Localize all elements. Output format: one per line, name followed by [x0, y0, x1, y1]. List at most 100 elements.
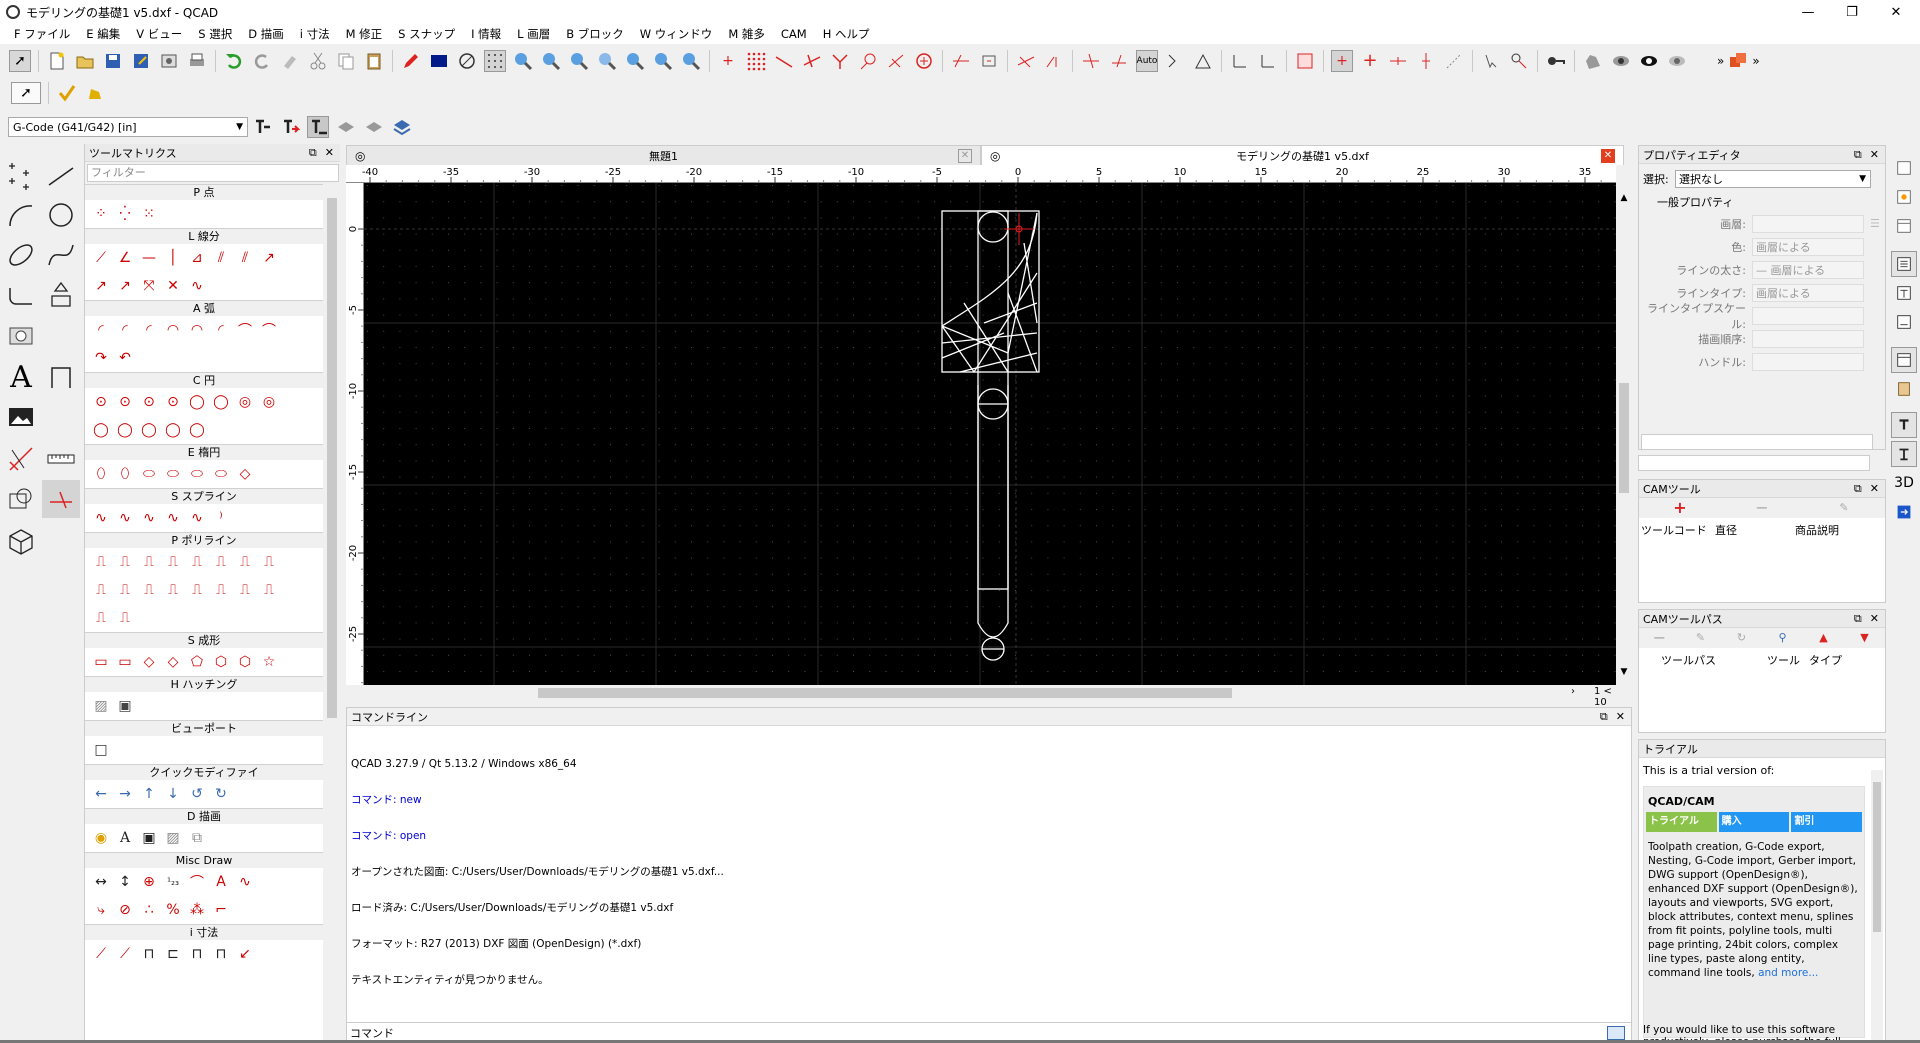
- menu-cam[interactable]: CAM: [773, 27, 815, 41]
- close-tab-icon[interactable]: ✕: [958, 148, 972, 163]
- canvas-vertical-scrollbar[interactable]: ▲ ▼: [1616, 183, 1632, 685]
- pan-icon[interactable]: [680, 50, 702, 72]
- remove-tool-icon[interactable]: −: [1721, 498, 1803, 518]
- menu-edit[interactable]: E 編集: [78, 26, 128, 42]
- layer-list-icon[interactable]: ☰: [1870, 217, 1880, 230]
- prop-draw-order-value[interactable]: [1752, 329, 1864, 348]
- spline-4-icon[interactable]: ∿: [161, 506, 185, 530]
- polyline-10-icon[interactable]: ⎍: [113, 578, 137, 602]
- menu-misc[interactable]: M 雑多: [720, 26, 773, 42]
- ellipse-tool-icon[interactable]: [2, 236, 40, 274]
- scroll-right-icon[interactable]: ›: [1571, 686, 1575, 697]
- dim-ordinate-icon[interactable]: ⊓: [185, 942, 209, 966]
- line-tool-icon[interactable]: [42, 156, 80, 194]
- misc-wave-icon[interactable]: ∿: [233, 870, 257, 894]
- rotate-ccw-icon[interactable]: ↺: [185, 782, 209, 806]
- dim-vertical-icon[interactable]: ⊏: [161, 942, 185, 966]
- rotated-rect-icon[interactable]: ◇: [137, 650, 161, 674]
- menu-view[interactable]: V ビュー: [128, 26, 190, 42]
- ellipse-2-icon[interactable]: ⬭: [161, 462, 185, 486]
- menu-help[interactable]: H ヘルプ: [815, 26, 878, 42]
- misc-arrow-icon[interactable]: ↔: [89, 870, 113, 894]
- move-right-icon[interactable]: →: [113, 782, 137, 806]
- line-2p-icon[interactable]: ⟋: [89, 246, 113, 270]
- float-panel-icon[interactable]: ⧉: [1600, 710, 1608, 724]
- line-bisector-icon[interactable]: ⊿: [185, 246, 209, 270]
- spline-6-icon[interactable]: ⁾: [209, 506, 233, 530]
- polyline-11-icon[interactable]: ⎍: [137, 578, 161, 602]
- snap-on-entity-icon[interactable]: [801, 50, 823, 72]
- cam-toolpaths-toggle-icon[interactable]: [1891, 441, 1917, 467]
- select-mode-icon[interactable]: ➚: [11, 82, 41, 104]
- trial-scrollbar[interactable]: [1871, 770, 1883, 1040]
- move-left-icon[interactable]: ←: [89, 782, 113, 806]
- menu-file[interactable]: F ファイル: [6, 26, 78, 42]
- snap-arrow-icon[interactable]: [1443, 50, 1465, 72]
- line-parallel-icon[interactable]: ⫽: [209, 246, 233, 270]
- spline-fit-icon[interactable]: ∿: [113, 506, 137, 530]
- menu-window[interactable]: W ウィンドウ: [632, 26, 721, 42]
- close-panel-icon[interactable]: ✕: [1616, 710, 1625, 724]
- misc-curve-icon[interactable]: ⤷: [89, 898, 113, 922]
- block-list-icon[interactable]: [1891, 184, 1917, 210]
- dim-2-icon[interactable]: ⟋: [113, 942, 137, 966]
- circle-2p-icon[interactable]: ⊙: [137, 390, 161, 414]
- line-relative-icon[interactable]: ⤧: [137, 274, 161, 298]
- toolbar-overflow-icon[interactable]: »: [1717, 54, 1724, 68]
- polyline-12-icon[interactable]: ⎍: [161, 578, 185, 602]
- close-panel-icon[interactable]: ✕: [1870, 148, 1879, 162]
- dim-aligned-icon[interactable]: ⟋: [89, 942, 113, 966]
- library-icon[interactable]: [1891, 213, 1917, 239]
- snap-endpoint-icon[interactable]: [773, 50, 795, 72]
- pen-icon[interactable]: [400, 50, 422, 72]
- add-tool-icon[interactable]: +: [1639, 498, 1721, 518]
- snap-coordinate-icon[interactable]: [1043, 50, 1065, 72]
- hexagon-icon[interactable]: ⬡: [209, 650, 233, 674]
- duplicate-toolpath-icon[interactable]: ↻: [1721, 628, 1762, 648]
- misc-cluster-icon[interactable]: ⁂: [185, 898, 209, 922]
- line-freehand-icon[interactable]: ∿: [185, 274, 209, 298]
- copy-icon[interactable]: [335, 50, 357, 72]
- circle-tan6-icon[interactable]: ◯: [185, 418, 209, 442]
- spline-3-icon[interactable]: ∿: [137, 506, 161, 530]
- snap-middle-icon[interactable]: [857, 50, 879, 72]
- circle-slash-icon[interactable]: [456, 50, 478, 72]
- misc-arrow-v-icon[interactable]: ↕: [113, 870, 137, 894]
- category-line[interactable]: L 線分: [85, 228, 323, 244]
- category-viewport[interactable]: ビューポート: [85, 720, 323, 736]
- polyline-14-icon[interactable]: ⎍: [209, 578, 233, 602]
- snap-tool-icon[interactable]: [42, 480, 80, 518]
- arc-tangential-icon[interactable]: ↷: [89, 346, 113, 370]
- modify-tool-icon[interactable]: [2, 440, 40, 478]
- draw-text-icon[interactable]: A: [113, 826, 137, 850]
- view-eye-dark-icon[interactable]: [1638, 50, 1660, 72]
- point-icon[interactable]: ⁘: [89, 202, 113, 226]
- polyline-6-icon[interactable]: ⎍: [209, 550, 233, 574]
- print-preview-icon[interactable]: [158, 50, 180, 72]
- arc-2p-icon[interactable]: ◜: [137, 318, 161, 342]
- undo-icon[interactable]: [223, 50, 245, 72]
- drawing-canvas[interactable]: [364, 183, 1616, 685]
- toolbar-overflow-2-icon[interactable]: »: [1752, 54, 1759, 68]
- arc-center-icon[interactable]: ◜: [89, 318, 113, 342]
- tool-matrix-scrollbar[interactable]: [325, 184, 339, 1043]
- prop-lineweight-value[interactable]: — 画層による: [1752, 260, 1864, 279]
- arc-chord-icon[interactable]: ⌒: [233, 318, 257, 342]
- background-color-icon[interactable]: [428, 50, 450, 72]
- polyline-7-icon[interactable]: ⎍: [233, 550, 257, 574]
- circle-tool-icon[interactable]: [42, 196, 80, 234]
- circle-tangent-icon[interactable]: ◯: [209, 390, 233, 414]
- prop-handle-value[interactable]: [1752, 352, 1864, 371]
- category-shape[interactable]: S 成形: [85, 632, 323, 648]
- circle-tan2-icon[interactable]: ◯: [89, 418, 113, 442]
- float-panel-icon[interactable]: ⧉: [1854, 612, 1862, 626]
- zoom-auto-icon[interactable]: [568, 50, 590, 72]
- category-draw[interactable]: D 描画: [85, 808, 323, 824]
- hand-tool-icon[interactable]: [1582, 50, 1604, 72]
- maximize-button[interactable]: ❐: [1830, 0, 1874, 24]
- zoom-selection-icon[interactable]: [624, 50, 646, 72]
- line-vertical-icon[interactable]: │: [161, 246, 185, 270]
- close-panel-icon[interactable]: ✕: [1870, 612, 1879, 626]
- hand-select-icon[interactable]: [84, 82, 106, 104]
- category-polyline[interactable]: P ポリライン: [85, 532, 323, 548]
